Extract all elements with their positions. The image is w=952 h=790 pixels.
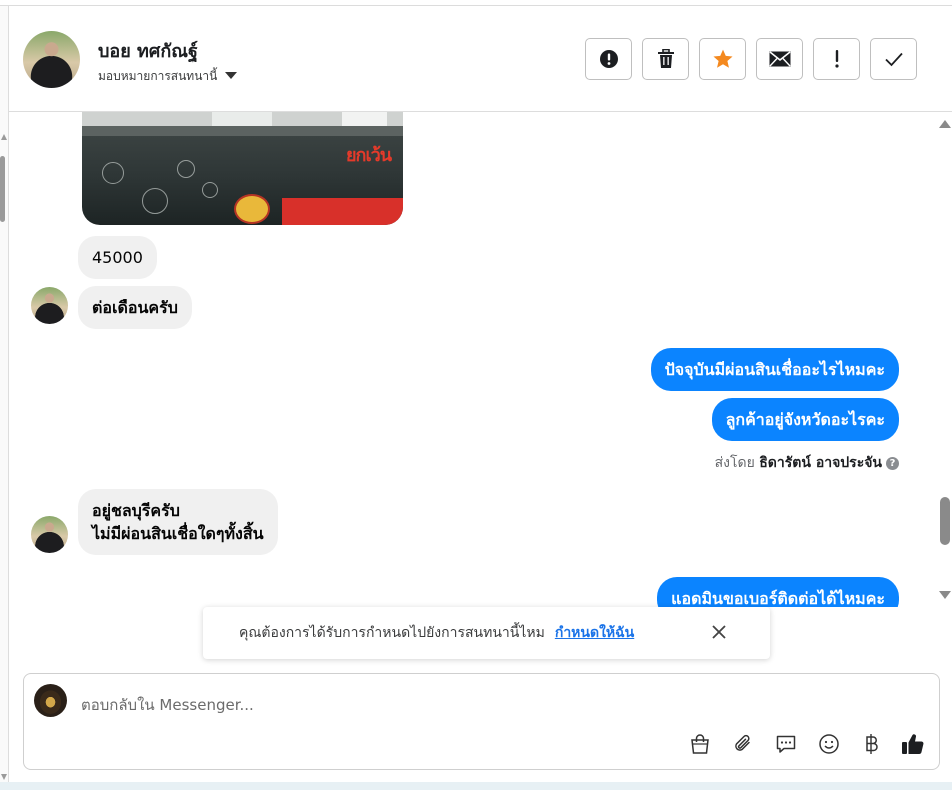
message-line: อยู่ชลบุรีครับ [92, 501, 180, 520]
exclamation-icon [834, 50, 839, 68]
scrollbar-thumb[interactable] [940, 497, 950, 545]
message-incoming: อยู่ชลบุรีครับ ไม่มีผ่อนสินเชื่อใดๆทั้งส… [78, 489, 278, 555]
message-outgoing: ปัจจุบันมีผ่อนสินเชื่ออะไรไหมคะ [650, 348, 899, 391]
shared-photo[interactable]: ยกเว้น [82, 112, 403, 225]
shopping-bag-button[interactable] [687, 731, 713, 757]
photo-flower [102, 162, 124, 184]
sent-by-name[interactable]: ธิดารัตน์ อาจประจัน [759, 455, 882, 471]
scroll-up-arrow-icon[interactable] [1, 134, 7, 140]
follow-up-button[interactable] [813, 38, 860, 80]
assign-label: มอบหมายการสนทนานี้ [98, 69, 218, 83]
scroll-down-arrow-icon[interactable] [939, 591, 951, 599]
shopping-bag-icon [691, 734, 709, 754]
message-bubble[interactable]: ปัจจุบันมีผ่อนสินเชื่ออะไรไหมคะ [650, 348, 899, 391]
baht-icon [866, 734, 878, 754]
contact-avatar[interactable] [23, 31, 80, 88]
like-button[interactable] [900, 731, 926, 757]
message-bubble[interactable]: แอดมินขอเบอร์ติดต่อได้ไหมคะ [657, 577, 899, 607]
photo-text: ยกเว้น [346, 145, 392, 166]
close-icon[interactable] [710, 623, 728, 641]
message-incoming: 45000 [78, 236, 157, 279]
emoji-button[interactable] [816, 731, 842, 757]
check-icon [884, 52, 903, 67]
caret-down-icon [225, 72, 238, 79]
mark-unread-button[interactable] [756, 38, 803, 80]
photo-flower [142, 188, 168, 214]
contact-name[interactable]: บอย ทศกัณฐ์ [98, 36, 198, 65]
left-pane-scrollbar[interactable] [0, 6, 9, 782]
messenger-inbox-window: บอย ทศกัณฐ์ มอบหมายการสนทนานี้ ยกเว้น 45… [0, 0, 952, 790]
scrollbar-thumb[interactable] [0, 156, 5, 222]
thumbs-up-icon [902, 734, 924, 755]
scroll-down-arrow-icon[interactable] [1, 774, 7, 780]
star-button[interactable] [699, 38, 746, 80]
assign-prompt-toast: คุณต้องการได้รับการกำหนดไปยังการสนทนานี้… [203, 607, 770, 659]
photo-sign [212, 112, 272, 126]
message-bubble[interactable]: ต่อเดือนครับ [78, 286, 192, 329]
photo-flower [177, 160, 195, 178]
photo-red-band [282, 198, 403, 225]
message-bubble[interactable]: อยู่ชลบุรีครับ ไม่มีผ่อนสินเชื่อใดๆทั้งส… [78, 489, 278, 555]
message-outgoing: แอดมินขอเบอร์ติดต่อได้ไหมคะ [657, 577, 899, 607]
attach-button[interactable] [730, 731, 756, 757]
message-bubble[interactable]: 45000 [78, 236, 157, 279]
help-icon[interactable]: ? [886, 457, 899, 470]
payment-button[interactable] [859, 731, 885, 757]
envelope-icon [768, 51, 791, 67]
conversation-header: บอย ทศกัณฐ์ มอบหมายการสนทนานี้ [9, 6, 952, 112]
sent-by-label: ส่งโดย ธิดารัตน์ อาจประจัน? [715, 452, 899, 474]
thread-scrollbar[interactable] [938, 112, 952, 607]
message-bubble[interactable]: ลูกค้าอยู่จังหวัดอะไรคะ [711, 398, 899, 441]
done-button[interactable] [870, 38, 917, 80]
assign-conversation-dropdown[interactable]: มอบหมายการสนทนานี้ [98, 67, 238, 86]
assign-to-me-link[interactable]: กำหนดให้ฉัน [555, 622, 634, 644]
sent-by-prefix: ส่งโดย [714, 455, 755, 471]
delete-button[interactable] [642, 38, 689, 80]
toast-text: คุณต้องการได้รับการกำหนดไปยังการสนทนานี้… [239, 625, 545, 641]
spam-button[interactable] [585, 38, 632, 80]
contact-avatar-small[interactable] [31, 287, 68, 324]
contact-avatar-small[interactable] [31, 516, 68, 553]
message-thread[interactable]: ยกเว้น 45000 ต่อเดือนครับ ปัจจุบันมีผ่อน… [9, 112, 952, 607]
saved-reply-icon [776, 735, 796, 753]
reply-input[interactable]: ตอบกลับใน Messenger... [81, 693, 254, 717]
reply-composer: ตอบกลับใน Messenger... [23, 673, 940, 770]
photo-shelf [82, 126, 403, 136]
photo-badge [234, 194, 270, 224]
trash-icon [657, 49, 674, 68]
message-line: ไม่มีผ่อนสินเชื่อใดๆทั้งสิ้น [92, 524, 264, 543]
paperclip-icon [735, 734, 750, 751]
message-outgoing: ลูกค้าอยู่จังหวัดอะไรคะ [711, 398, 899, 441]
star-icon [712, 49, 733, 68]
alert-circle-icon [599, 50, 618, 68]
bottom-strip [0, 782, 952, 790]
message-incoming: ต่อเดือนครับ [78, 286, 192, 329]
photo-flower [202, 182, 218, 198]
saved-reply-button[interactable] [773, 731, 799, 757]
photo-sign [342, 112, 387, 126]
emoji-icon [819, 734, 839, 754]
page-avatar [34, 684, 67, 717]
scroll-up-arrow-icon[interactable] [939, 120, 951, 128]
